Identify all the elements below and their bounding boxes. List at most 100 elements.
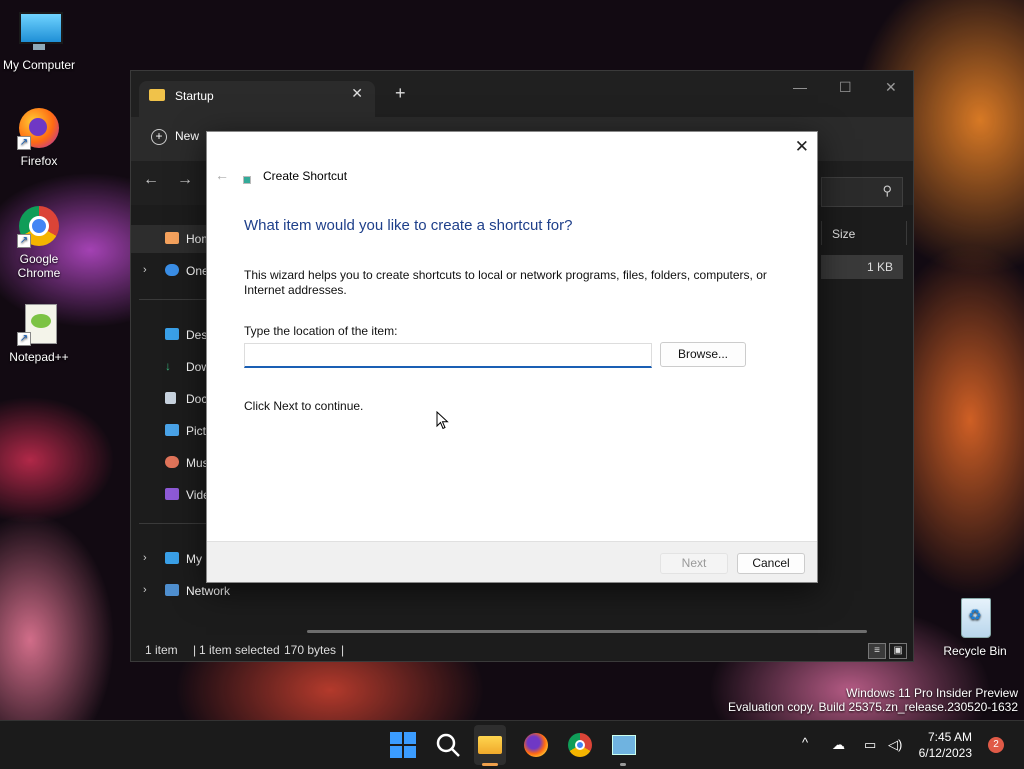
- active-app-indicator: [482, 763, 498, 766]
- videos-icon: [165, 488, 179, 500]
- notification-badge[interactable]: 2: [988, 737, 1004, 753]
- tab-title: Startup: [175, 89, 214, 103]
- minimize-icon[interactable]: —: [793, 79, 807, 95]
- volume-tray-icon[interactable]: ◁): [888, 737, 902, 753]
- location-label: Type the location of the item:: [244, 324, 398, 338]
- cancel-button[interactable]: Cancel: [737, 553, 805, 574]
- dialog-title: Create Shortcut: [263, 169, 348, 183]
- dialog-heading: What item would you like to create a sho…: [244, 217, 573, 234]
- tab-startup[interactable]: Startup ✕: [139, 81, 375, 117]
- back-arrow-icon[interactable]: ←: [215, 167, 229, 183]
- mouse-cursor-icon: [436, 411, 449, 430]
- desktop-icon-label: Notepad++: [9, 350, 69, 364]
- sidebar-item-label: Network: [186, 584, 231, 598]
- monitor-icon: [165, 552, 179, 564]
- music-icon: [165, 456, 179, 468]
- cloud-icon: [165, 264, 179, 276]
- close-window-icon[interactable]: ✕: [885, 79, 897, 96]
- chevron-right-icon[interactable]: ›: [143, 264, 147, 276]
- file-explorer-taskbar-button[interactable]: [476, 731, 504, 759]
- firefox-taskbar-button[interactable]: [522, 731, 550, 759]
- chrome-taskbar-button[interactable]: [566, 731, 594, 759]
- start-button[interactable]: [390, 732, 416, 758]
- dialog-description: This wizard helps you to create shortcut…: [244, 268, 767, 297]
- close-icon[interactable]: ✕: [795, 137, 809, 157]
- notepadpp-icon: ↗: [17, 302, 61, 346]
- create-shortcut-dialog: ✕ ← Create Shortcut What item would you …: [206, 131, 818, 583]
- desktop-icon-label: Firefox: [20, 154, 58, 168]
- status-divider: |: [341, 643, 345, 657]
- next-button[interactable]: Next: [660, 553, 728, 574]
- back-arrow-icon[interactable]: ←: [143, 171, 159, 189]
- watermark-line: Evaluation copy. Build 25375.zn_release.…: [728, 700, 1018, 714]
- windows-logo-icon: [390, 732, 416, 758]
- chevron-right-icon[interactable]: ›: [143, 552, 147, 564]
- shortcut-arrow-icon: ↗: [17, 332, 31, 346]
- column-header-label: Size: [832, 227, 856, 241]
- network-tray-icon[interactable]: ▭: [864, 737, 876, 753]
- pictures-icon: [165, 424, 179, 436]
- folder-icon: [149, 89, 165, 101]
- desktop-icon-my-computer[interactable]: My Computer: [0, 10, 78, 72]
- status-bytes: 170 bytes: [284, 643, 337, 657]
- maximize-icon[interactable]: ☐: [839, 79, 852, 96]
- folder-icon: [478, 736, 502, 754]
- document-icon: [165, 392, 176, 404]
- firefox-icon: [524, 733, 548, 757]
- watermark-line: Windows 11 Pro Insider Preview: [846, 686, 1018, 700]
- status-item-count: 1 item: [145, 643, 178, 657]
- shortcut-wizard-icon: [243, 176, 251, 184]
- home-icon: [165, 232, 179, 244]
- continue-hint: Click Next to continue.: [244, 399, 364, 413]
- new-button-label: New: [175, 129, 200, 143]
- running-app-indicator: [620, 763, 626, 766]
- new-button[interactable]: + New: [151, 129, 199, 145]
- desktop-icon-label: My Computer: [2, 58, 76, 72]
- plus-icon: +: [151, 129, 167, 145]
- table-row[interactable]: 1 KB: [821, 255, 903, 279]
- desktop-icon-notepadpp[interactable]: ↗ Notepad++: [0, 302, 78, 364]
- status-bar: 1 item | 1 item selected 170 bytes |: [131, 639, 913, 663]
- desktop-icon-recycle-bin[interactable]: ♻ Recycle Bin: [936, 596, 1014, 658]
- clock-time: 7:45 AM: [927, 730, 972, 744]
- search-icon: [436, 733, 460, 757]
- search-box[interactable]: ⚲: [821, 177, 903, 207]
- chrome-center: [575, 740, 585, 750]
- browse-button[interactable]: Browse...: [660, 342, 746, 367]
- tiles-view-icon[interactable]: ▣: [889, 643, 907, 659]
- status-selected: 1 item selected: [199, 643, 280, 657]
- clock-date: 6/12/2023: [918, 746, 972, 760]
- location-input[interactable]: [244, 343, 652, 368]
- details-view-icon[interactable]: ≡: [868, 643, 886, 659]
- chevron-right-icon[interactable]: ›: [143, 584, 147, 596]
- desktop-icon: [165, 328, 179, 340]
- desktop-icon-label: Recycle Bin: [943, 644, 1007, 658]
- firefox-icon: ↗: [17, 106, 61, 150]
- window-app-icon: [612, 735, 636, 755]
- system-clock[interactable]: 7:45 AM 6/12/2023: [912, 729, 972, 761]
- column-header-size[interactable]: Size: [821, 221, 907, 245]
- forward-arrow-icon[interactable]: →: [177, 171, 193, 189]
- desktop-icon-firefox[interactable]: ↗ Firefox: [0, 106, 78, 168]
- shortcut-arrow-icon: ↗: [17, 234, 31, 248]
- onedrive-tray-icon[interactable]: ☁: [832, 737, 845, 753]
- search-icon: ⚲: [882, 183, 892, 198]
- tray-chevron-icon[interactable]: ^: [802, 735, 808, 750]
- desktop-icon-label: Google Chrome: [17, 252, 61, 280]
- explorer-titlebar: Startup ✕ + — ☐ ✕: [131, 71, 913, 117]
- search-taskbar-button[interactable]: [434, 731, 462, 759]
- chrome-icon: ↗: [17, 204, 61, 248]
- recycle-bin-icon: ♻: [953, 596, 997, 640]
- dialog-footer: Next Cancel: [207, 541, 817, 582]
- monitor-icon: [17, 10, 63, 54]
- horizontal-scrollbar[interactable]: [307, 630, 867, 633]
- network-icon: [165, 584, 179, 596]
- control-panel-taskbar-button[interactable]: [610, 731, 638, 759]
- file-size-cell: 1 KB: [866, 260, 893, 274]
- new-tab-button[interactable]: +: [395, 83, 406, 104]
- download-icon: ↓: [165, 359, 171, 373]
- status-divider: |: [193, 643, 197, 657]
- desktop-icon-google-chrome[interactable]: ↗ Google Chrome: [0, 204, 78, 280]
- tab-close-icon[interactable]: ✕: [351, 85, 363, 102]
- taskbar: ^ ☁ ▭ ◁) 7:45 AM 6/12/2023 2: [0, 720, 1024, 769]
